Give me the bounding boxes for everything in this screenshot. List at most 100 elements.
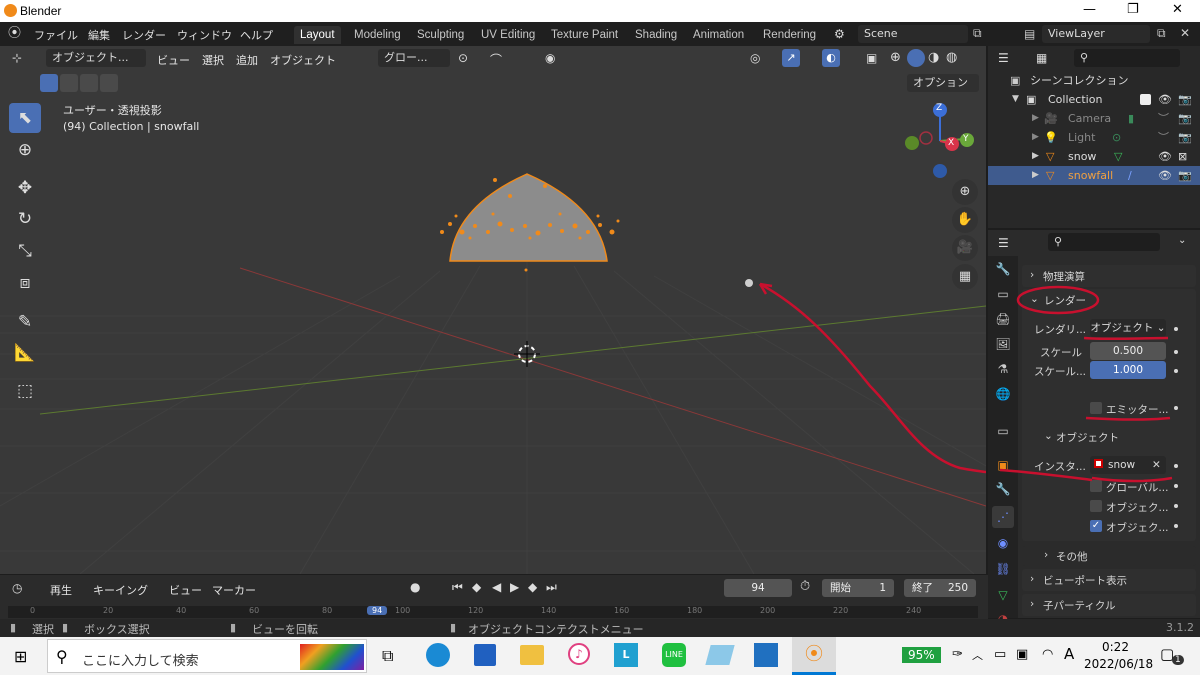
- particles-tab-icon[interactable]: ⋰: [992, 506, 1014, 528]
- menu-add[interactable]: 追加: [236, 52, 258, 68]
- scale-random-field[interactable]: 1.000: [1090, 361, 1166, 379]
- visibility-icon[interactable]: ◎: [750, 51, 760, 65]
- jump-end-icon[interactable]: ⏭: [546, 580, 557, 595]
- menu-object[interactable]: オブジェクト: [270, 52, 336, 68]
- select-tool-button[interactable]: ⬉: [9, 103, 41, 133]
- collection-tab-icon[interactable]: ▭: [992, 420, 1014, 442]
- transform-tool-button[interactable]: ⧈: [9, 268, 41, 298]
- menu-help[interactable]: ヘルプ: [240, 27, 273, 43]
- render-tab-icon[interactable]: ▭: [992, 283, 1014, 305]
- snowfall-render-icon[interactable]: 📷: [1178, 166, 1192, 185]
- scene-collection-row[interactable]: ▣ シーンコレクション: [988, 71, 1200, 90]
- viewlayer-icon[interactable]: ▤: [1024, 27, 1035, 41]
- clock-date[interactable]: 2022/06/18: [1084, 657, 1153, 671]
- children-panel[interactable]: › 子パーティクル: [1022, 594, 1196, 616]
- tray-pen-icon[interactable]: ✑: [952, 647, 963, 662]
- global-keyframe-dot[interactable]: [1174, 484, 1178, 488]
- menu-playback[interactable]: 再生: [50, 582, 72, 598]
- tab-texture-paint[interactable]: Texture Paint: [545, 26, 624, 44]
- tab-layout[interactable]: Layout: [294, 26, 341, 44]
- outliner-search[interactable]: ⚲: [1074, 49, 1180, 67]
- scale-keyframe-dot[interactable]: [1174, 350, 1178, 354]
- edge-browser-icon[interactable]: [426, 643, 450, 667]
- select-new-icon[interactable]: [40, 74, 58, 92]
- taskbar-search-box[interactable]: ⚲ ここに入力して検索: [47, 639, 367, 673]
- viewlayer-selector[interactable]: ViewLayer: [1042, 25, 1150, 43]
- object-tab-icon[interactable]: ▣: [992, 454, 1014, 476]
- light-hide-icon[interactable]: ︶: [1158, 128, 1169, 147]
- annotate-tool-button[interactable]: ✎: [9, 307, 41, 337]
- select-extend-icon[interactable]: [60, 74, 78, 92]
- menu-marker[interactable]: マーカー: [212, 582, 256, 598]
- outliner-row-camera[interactable]: ▶ 🎥 Camera ▮ ︶ 📷: [988, 109, 1200, 128]
- object-scale-checkbox[interactable]: ✓: [1090, 520, 1102, 532]
- move-tool-button[interactable]: ✥: [9, 173, 41, 203]
- prev-keyframe-icon[interactable]: ◆: [472, 580, 481, 594]
- rendered-shading-icon[interactable]: ◍: [946, 50, 957, 65]
- data-tab-icon[interactable]: ▽: [992, 584, 1014, 606]
- properties-collapse-icon[interactable]: ⌄: [1178, 235, 1186, 246]
- close-button[interactable]: ✕: [1172, 2, 1183, 17]
- current-frame-field[interactable]: 94: [724, 579, 792, 597]
- output-tab-icon[interactable]: 🖨: [992, 308, 1014, 330]
- pivot-icon[interactable]: ⊙: [458, 51, 468, 65]
- blender-menu-icon[interactable]: ⦿: [8, 27, 24, 41]
- collection-eye-icon[interactable]: 👁: [1158, 90, 1172, 109]
- outliner-editor-icon[interactable]: ☰: [998, 51, 1009, 65]
- jump-start-icon[interactable]: ⏮: [452, 580, 463, 595]
- start-frame-field[interactable]: 開始 1: [822, 579, 894, 597]
- photos-app-icon[interactable]: [754, 643, 778, 667]
- render-chevron-icon[interactable]: ⌄: [1030, 293, 1039, 305]
- outliner-row-snow[interactable]: ▶ ▽ snow ▽ 👁 ⊠: [988, 147, 1200, 166]
- object-scale-keyframe-dot[interactable]: [1174, 524, 1178, 528]
- record-icon[interactable]: ●: [410, 580, 420, 594]
- ime-indicator[interactable]: A: [1064, 645, 1074, 663]
- battery-indicator[interactable]: 95%: [902, 647, 941, 663]
- editor-type-icon[interactable]: ⊹: [12, 51, 22, 65]
- outliner-row-light[interactable]: ▶ 💡 Light ⊙ ︶ 📷: [988, 128, 1200, 147]
- object-rotation-keyframe-dot[interactable]: [1174, 504, 1178, 508]
- overlay-toggle-icon[interactable]: ◐: [822, 49, 840, 67]
- snowfall-eye-icon[interactable]: 👁: [1158, 166, 1172, 185]
- physics-panel[interactable]: › 物理演算: [1022, 265, 1196, 287]
- timeline-editor-icon[interactable]: ◷: [12, 581, 22, 595]
- timer-icon[interactable]: ⏱: [800, 579, 810, 594]
- end-frame-field[interactable]: 終了 250: [904, 579, 976, 597]
- menu-select[interactable]: 選択: [202, 52, 224, 68]
- clock-time[interactable]: 0:22: [1102, 640, 1129, 654]
- scale-random-keyframe-dot[interactable]: [1174, 369, 1178, 373]
- world-tab-icon[interactable]: 🌐: [992, 383, 1014, 405]
- constraints-tab-icon[interactable]: ⛓: [992, 558, 1014, 580]
- collection-checkbox[interactable]: [1140, 94, 1151, 105]
- timeline-ruler[interactable]: 0 20 40 60 80 94 100 120 140 160 180 200…: [8, 606, 978, 618]
- scale-field[interactable]: 0.500: [1090, 342, 1166, 360]
- viewport-display-panel[interactable]: › ビューポート表示: [1022, 569, 1196, 591]
- menu-edit[interactable]: 編集: [88, 27, 110, 43]
- other-subpanel[interactable]: › その他: [1022, 546, 1196, 566]
- proportional-edit-icon[interactable]: ◉: [545, 51, 555, 65]
- outliner-filter-icon[interactable]: ▦: [1036, 51, 1047, 65]
- object-section-label[interactable]: オブジェクト: [1056, 430, 1119, 445]
- object-chevron-icon[interactable]: ⌄: [1044, 430, 1053, 442]
- collection-camera-icon[interactable]: 📷: [1178, 90, 1192, 109]
- tool-tab-icon[interactable]: 🔧: [992, 258, 1014, 280]
- tab-rendering[interactable]: Rendering: [757, 26, 822, 44]
- options-dropdown[interactable]: オプション: [907, 74, 979, 92]
- scene-tab-icon[interactable]: ⚗: [992, 358, 1014, 380]
- menu-keying[interactable]: キーイング: [93, 582, 148, 598]
- snap-icon[interactable]: ⌒: [490, 51, 502, 68]
- camera-render-icon[interactable]: 📷: [1178, 109, 1192, 128]
- menu-window[interactable]: ウィンドウ: [177, 27, 232, 43]
- tab-modeling[interactable]: Modeling: [348, 26, 407, 44]
- minimize-button[interactable]: —: [1083, 2, 1096, 17]
- play-icon[interactable]: ▶: [510, 580, 519, 594]
- wireframe-shading-icon[interactable]: ⊕: [890, 50, 901, 65]
- line-app-icon[interactable]: LINE: [662, 643, 686, 667]
- tray-battery-icon[interactable]: ▭: [994, 647, 1006, 662]
- instance-clear-icon[interactable]: ✕: [1152, 459, 1161, 471]
- tab-animation[interactable]: Animation: [687, 26, 750, 44]
- eraser-app-icon[interactable]: [705, 645, 735, 665]
- emitter-keyframe-dot[interactable]: [1174, 406, 1178, 410]
- store-icon[interactable]: [474, 644, 496, 666]
- playhead-frame-label[interactable]: 94: [367, 606, 388, 615]
